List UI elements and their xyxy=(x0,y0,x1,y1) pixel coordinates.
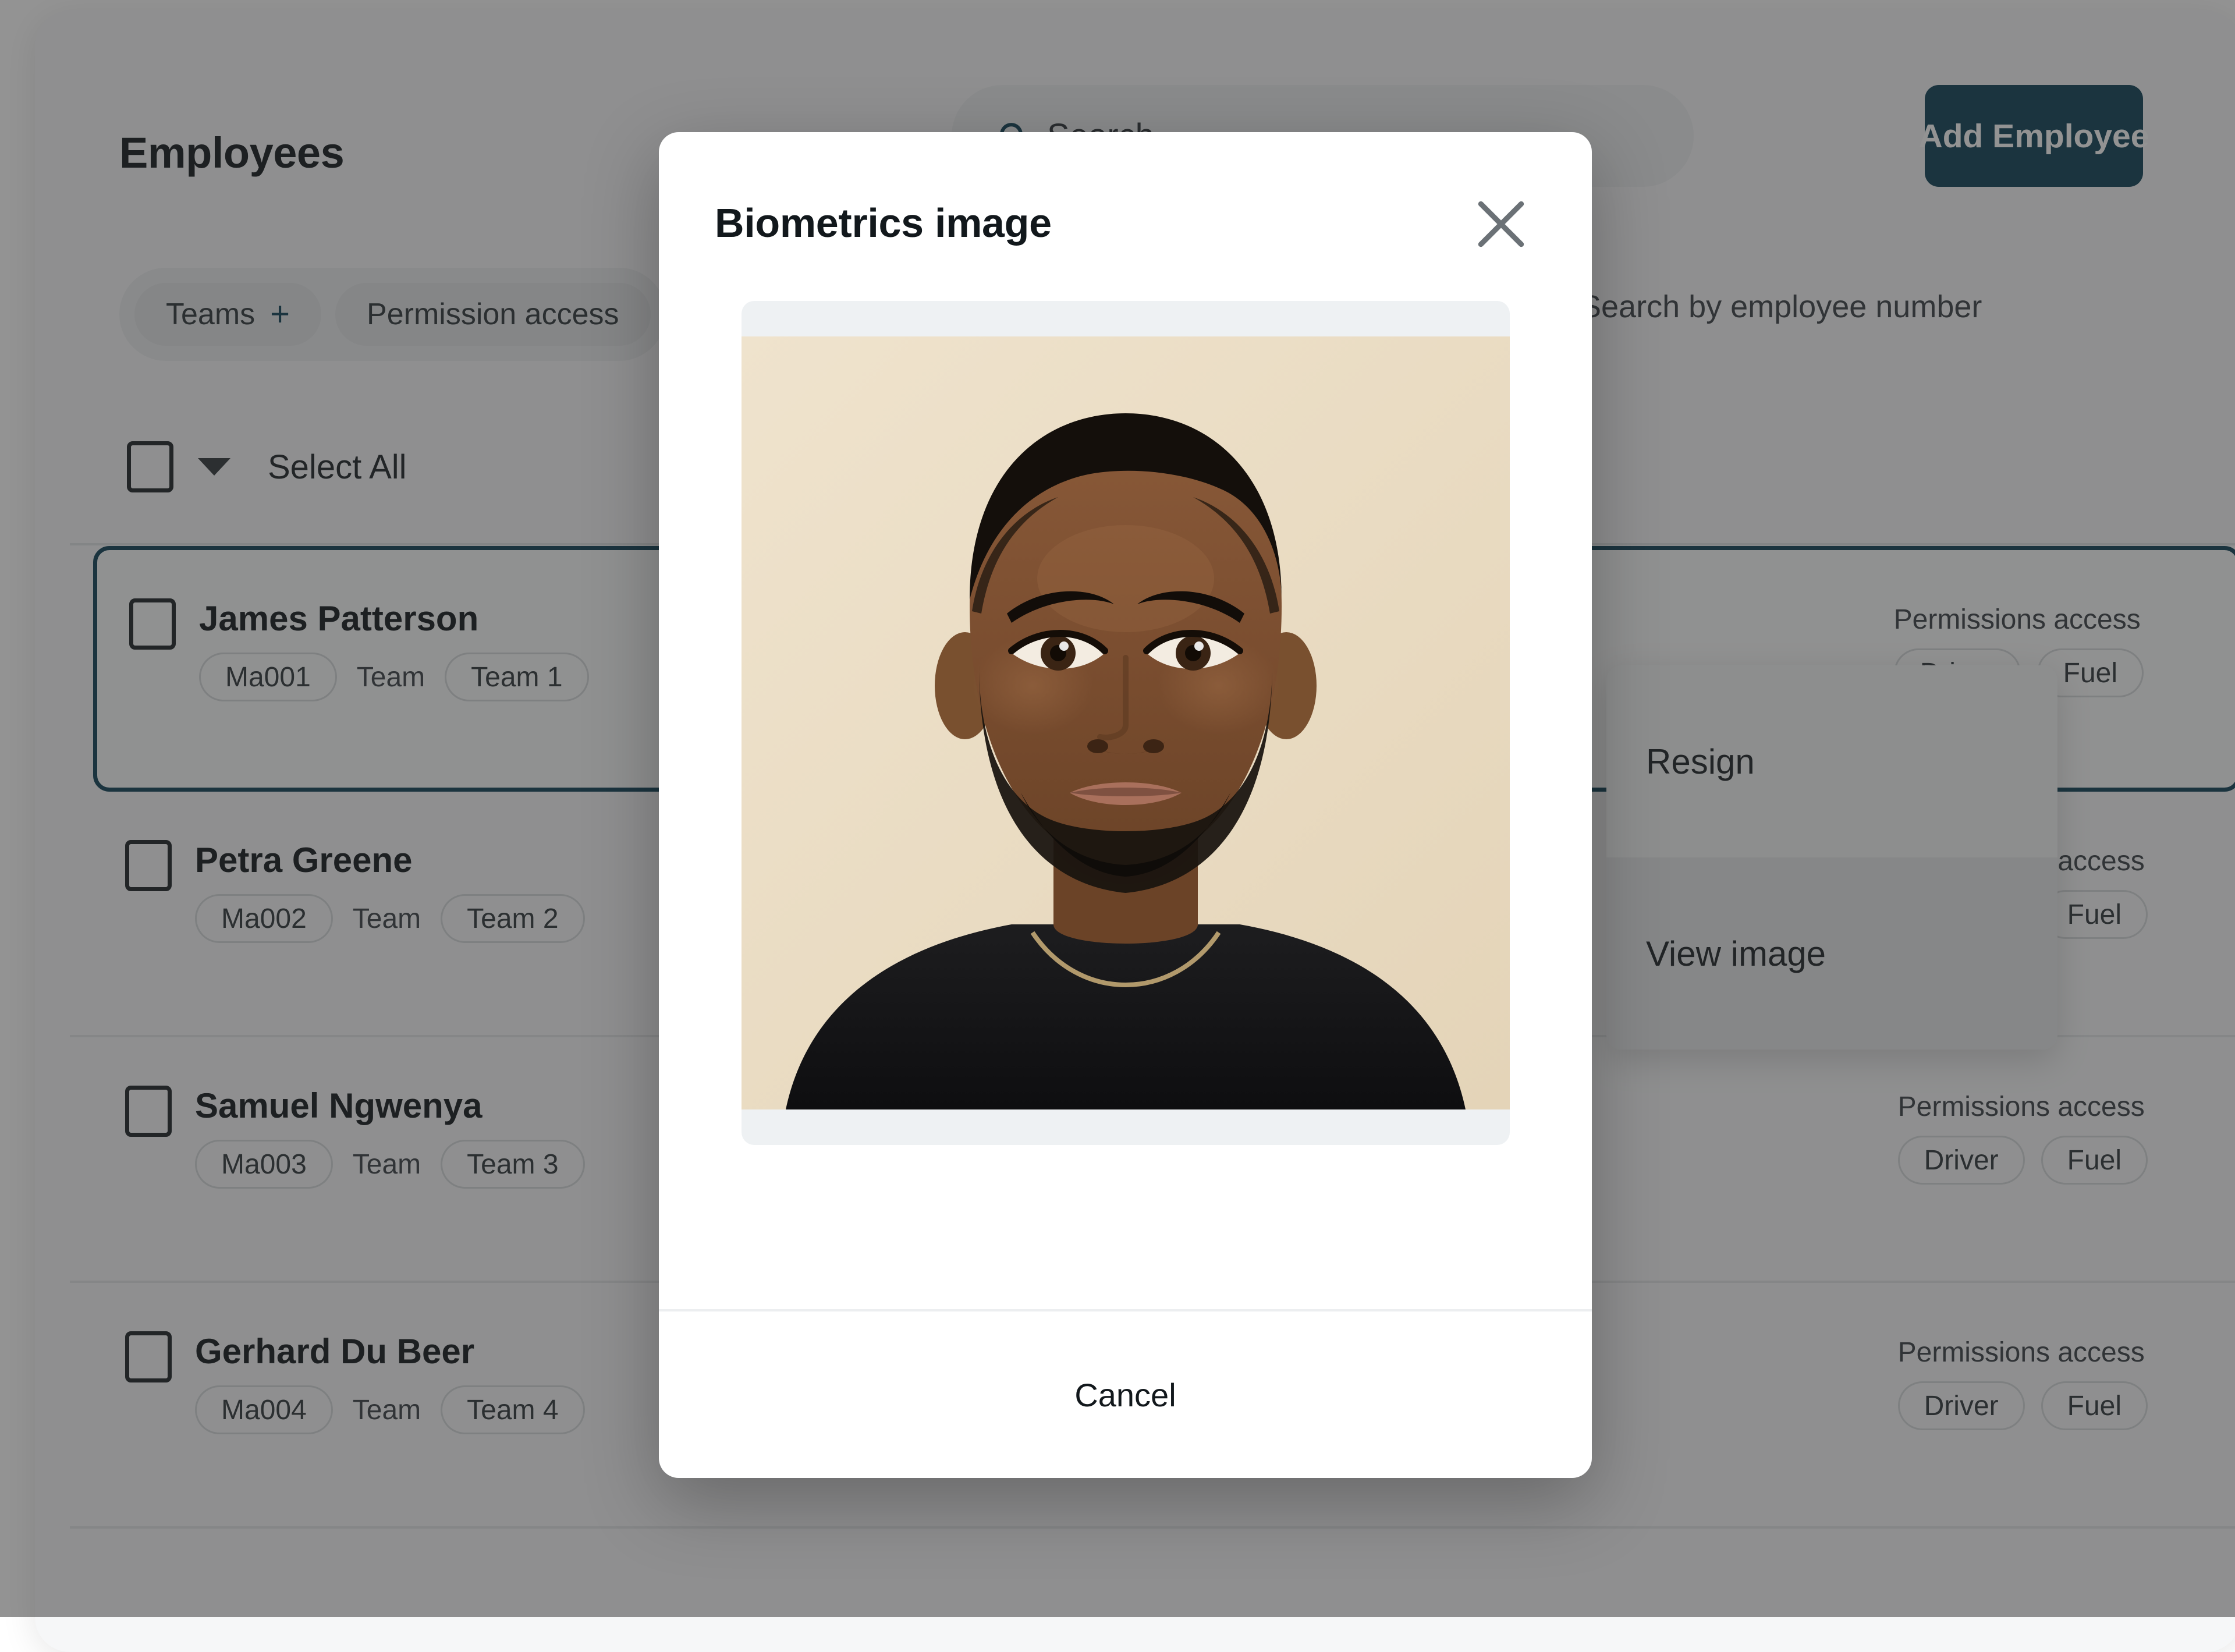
modal-title: Biometrics image xyxy=(715,200,1052,246)
biometrics-image-modal: Biometrics image xyxy=(659,132,1592,1478)
app-root: Employees Search... Add Employee Teams +… xyxy=(0,0,2235,1617)
modal-header: Biometrics image xyxy=(659,132,1592,259)
close-button[interactable] xyxy=(1466,189,1536,259)
biometric-photo xyxy=(742,336,1510,1109)
portrait-illustration xyxy=(742,336,1510,1109)
cancel-button[interactable]: Cancel xyxy=(1074,1376,1176,1414)
modal-body xyxy=(659,259,1592,1309)
modal-footer: Cancel xyxy=(659,1309,1592,1478)
biometric-photo-frame xyxy=(742,301,1510,1145)
close-icon xyxy=(1471,194,1531,254)
